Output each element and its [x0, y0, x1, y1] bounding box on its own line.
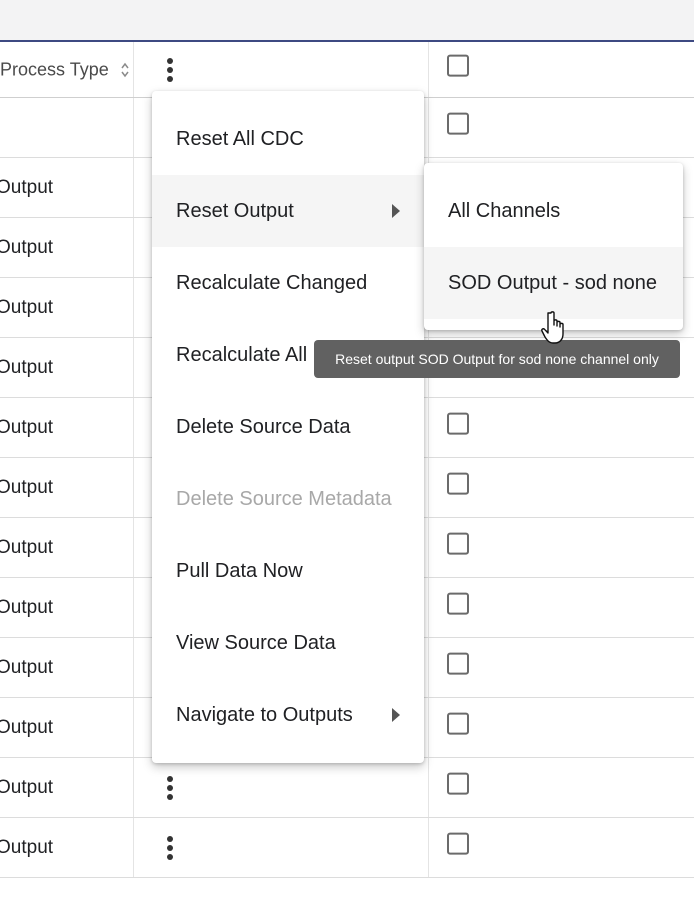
chevron-right-icon: [392, 204, 400, 218]
menu-item-delete-source-metadata: Delete Source Metadata: [152, 463, 424, 535]
menu-item-label: Pull Data Now: [176, 559, 303, 582]
process-type-cell: Output: [0, 536, 54, 558]
menu-item-recalculate-changed[interactable]: Recalculate Changed: [152, 247, 424, 319]
process-type-cell: Output: [0, 296, 54, 318]
submenu-item-label: All Channels: [448, 199, 561, 222]
menu-item-view-source-data[interactable]: View Source Data: [152, 607, 424, 679]
menu-item-delete-source-data[interactable]: Delete Source Data: [152, 391, 424, 463]
process-type-cell: Output: [0, 656, 54, 678]
row-checkbox[interactable]: [447, 772, 469, 795]
menu-item-navigate-to-outputs[interactable]: Navigate to Outputs: [152, 679, 424, 751]
process-type-cell: Output: [0, 176, 54, 198]
row-checkbox[interactable]: [447, 472, 469, 495]
menu-item-label: Delete Source Metadata: [176, 487, 392, 510]
row-checkbox[interactable]: [447, 652, 469, 675]
process-type-cell: Output: [0, 236, 54, 258]
reset-output-submenu: All Channels SOD Output - sod none: [424, 163, 683, 330]
process-type-header[interactable]: Process Type: [0, 59, 109, 80]
menu-item-label: Navigate to Outputs: [176, 703, 353, 726]
menu-item-label: View Source Data: [176, 631, 336, 654]
process-type-cell: Output: [0, 416, 54, 438]
menu-item-label: Reset All CDC: [176, 127, 304, 150]
chevron-right-icon: [392, 708, 400, 722]
more-vertical-icon[interactable]: [163, 57, 177, 83]
menu-item-reset-output[interactable]: Reset Output: [152, 175, 424, 247]
process-type-cell: Output: [0, 356, 54, 378]
menu-item-label: Recalculate All: [176, 343, 308, 366]
more-vertical-icon[interactable]: [163, 835, 177, 861]
row-context-menu: Reset All CDC Reset Output Recalculate C…: [152, 91, 424, 763]
menu-item-reset-all-cdc[interactable]: Reset All CDC: [152, 103, 424, 175]
process-type-cell: Output: [0, 716, 54, 738]
hand-pointer-icon: [541, 311, 564, 344]
row-checkbox[interactable]: [447, 712, 469, 735]
table-header-row: Process Type: [0, 42, 694, 98]
table-row: Output: [0, 818, 694, 878]
sort-icon[interactable]: [120, 62, 130, 78]
submenu-item-all-channels[interactable]: All Channels: [424, 175, 683, 247]
select-all-checkbox[interactable]: [447, 54, 469, 77]
row-checkbox[interactable]: [447, 532, 469, 555]
more-vertical-icon[interactable]: [163, 775, 177, 801]
row-checkbox[interactable]: [447, 412, 469, 435]
process-type-cell: Output: [0, 476, 54, 498]
row-checkbox[interactable]: [447, 112, 469, 135]
process-type-cell: Output: [0, 836, 54, 858]
submenu-item-label: SOD Output - sod none: [448, 271, 658, 294]
menu-item-label: Recalculate Changed: [176, 271, 368, 294]
tooltip: Reset output SOD Output for sod none cha…: [314, 340, 680, 378]
table-row: Output: [0, 758, 694, 818]
process-type-cell: Output: [0, 776, 54, 798]
row-checkbox[interactable]: [447, 832, 469, 855]
process-type-cell: Output: [0, 596, 54, 618]
menu-item-label: Delete Source Data: [176, 415, 351, 438]
menu-item-label: Reset Output: [176, 199, 294, 222]
menu-item-pull-data-now[interactable]: Pull Data Now: [152, 535, 424, 607]
top-toolbar: [0, 0, 694, 42]
submenu-item-sod-output[interactable]: SOD Output - sod none: [424, 247, 683, 319]
row-checkbox[interactable]: [447, 592, 469, 615]
